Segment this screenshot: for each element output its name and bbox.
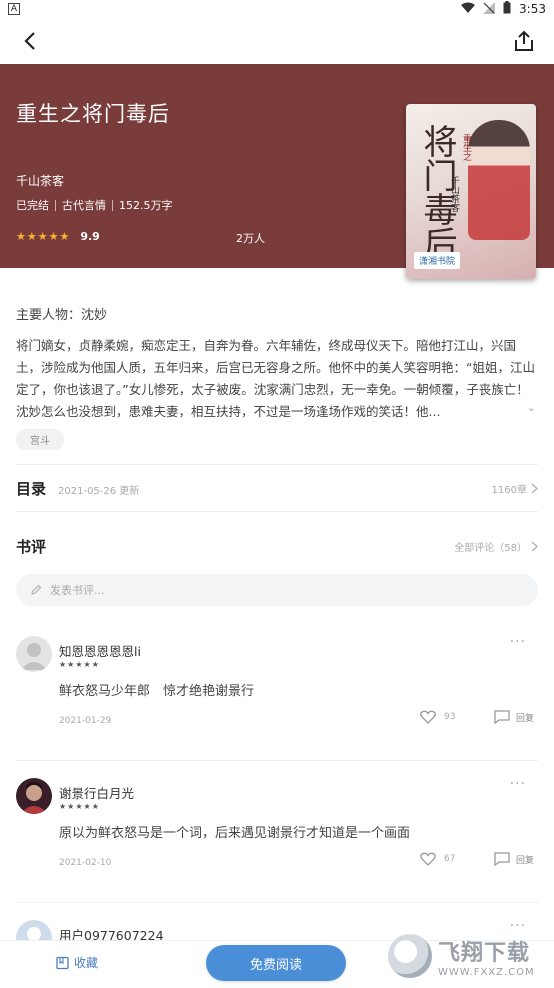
free-read-button[interactable]: 免费阅读 [206,945,346,981]
notification-icon: A [8,3,20,15]
like-button[interactable]: 93 [420,710,455,724]
cover-figure [468,120,530,240]
bottom-bar: 收藏 免费阅读 飞翔下载 WWW.FXXZ.COM [0,934,554,988]
toc-updated: 2021-05-26 更新 [58,485,140,497]
divider [16,902,538,903]
like-button[interactable]: 67 [420,852,455,866]
cover-publisher: 潇湘书院 [414,252,461,269]
reader-count: 2万人 [236,232,265,245]
like-count: 93 [444,712,456,722]
pencil-icon [31,584,42,595]
summary-text: 将门嫡女，贞静柔婉，痴恋定王，自奔为眷。六年辅佐，终成母仪天下。陪他打江山，兴国… [16,338,535,419]
watermark-logo-icon [388,934,432,978]
cover-author: 千山茶客 [449,176,459,212]
watermark-text: 飞翔下载 [438,940,531,966]
chevron-left-icon [24,32,35,50]
reviews-header: 书评 全部评论（58） [0,524,554,568]
book-cover: 将门毒后 重生之 千山茶客 潇湘书院 [406,104,536,279]
reply-button[interactable]: 回复 [494,852,534,866]
book-category: 古代言情 [62,199,106,212]
collect-label: 收藏 [74,956,99,970]
rating-score: 9.9 [80,230,100,243]
toc-label: 目录 [16,479,47,498]
table-of-contents-row[interactable]: 目录 2021-05-26 更新 1160章 [0,465,554,511]
reviewer-name[interactable]: 知恩恩恩恩恩li [59,641,141,660]
review-stars: ★★★★★ [59,660,100,669]
review-placeholder: 发表书评... [50,584,105,597]
book-status: 已完结 [16,199,49,212]
book-author[interactable]: 千山茶客 [16,172,64,189]
reply-label: 回复 [516,713,535,724]
divider [112,199,113,211]
clock: 3:53 [519,2,546,16]
bookshelf-icon [56,956,69,969]
divider [16,760,538,761]
book-meta: 已完结 古代言情 152.5万字 [16,197,173,213]
review-input[interactable]: 发表书评... [16,574,538,606]
comment-icon [494,852,510,866]
book-header: 重生之将门毒后 千山茶客 已完结 古代言情 152.5万字 ★★★★★ 9.9 … [0,64,554,279]
heart-icon [420,852,436,866]
watermark: 飞翔下载 WWW.FXXZ.COM [388,927,550,985]
avatar[interactable] [16,778,52,814]
book-rating: ★★★★★ 9.9 [16,230,100,243]
top-bar [0,18,554,64]
more-options-icon[interactable]: ··· [510,634,526,650]
collect-button[interactable]: 收藏 [56,954,98,971]
all-reviews-link[interactable]: 全部评论（58） [454,539,538,554]
reply-button[interactable]: 回复 [494,710,534,724]
divider [16,511,538,512]
watermark-url: WWW.FXXZ.COM [438,966,535,978]
intro-section: 主要人物：沈妙 将门嫡女，贞静柔婉，痴恋定王，自奔为眷。六年辅佐，终成母仪天下。… [0,304,554,450]
review-date: 2021-02-10 [59,858,112,868]
free-read-label: 免费阅读 [249,957,302,973]
review-stars: ★★★★★ [59,802,100,811]
avatar[interactable] [16,636,52,672]
expand-icon[interactable]: ⌄ [522,397,536,419]
back-button[interactable] [16,27,44,55]
divider [55,199,56,211]
share-button[interactable] [510,27,538,55]
reviewer-name[interactable]: 谢景行白月光 [59,783,134,802]
book-summary[interactable]: 将门嫡女，贞静柔婉，痴恋定王，自奔为眷。六年辅佐，终成母仪天下。陪他打江山，兴国… [16,335,538,423]
status-bar: A 3:53 [0,0,554,18]
chapter-count: 1160章 [491,484,527,496]
no-signal-icon [483,1,496,17]
chevron-right-icon [531,541,538,551]
rating-stars: ★★★★★ [16,230,71,243]
share-icon [515,30,533,51]
battery-icon [503,1,511,17]
review-item: 谢景行白月光 ★★★★★ 原以为鲜衣怒马是一个词，后来遇见谢景行才知道是一个画面… [0,776,554,903]
like-count: 67 [444,854,456,864]
heart-icon [420,710,436,724]
review-item: 知恩恩恩恩恩li ★★★★★ 鲜衣怒马少年郎 惊才绝艳谢景行 2021-01-2… [0,634,554,761]
review-text[interactable]: 鲜衣怒马少年郎 惊才绝艳谢景行 [59,680,254,699]
genre-tag[interactable]: 宫斗 [16,429,64,450]
book-title: 重生之将门毒后 [16,102,170,126]
all-reviews-label: 全部评论（58） [454,542,527,554]
chevron-right-icon [531,483,538,493]
reply-label: 回复 [516,855,535,866]
more-options-icon[interactable]: ··· [510,776,526,792]
reviews-label: 书评 [16,537,47,556]
main-characters: 主要人物：沈妙 [16,308,108,323]
comment-icon [494,710,510,724]
review-text[interactable]: 原以为鲜衣怒马是一个词，后来遇见谢景行才知道是一个画面 [59,822,410,841]
wifi-icon [461,2,476,17]
cover-subtitle: 重生之 [461,134,471,161]
review-date: 2021-01-29 [59,716,112,726]
book-word-count: 152.5万字 [119,199,173,212]
